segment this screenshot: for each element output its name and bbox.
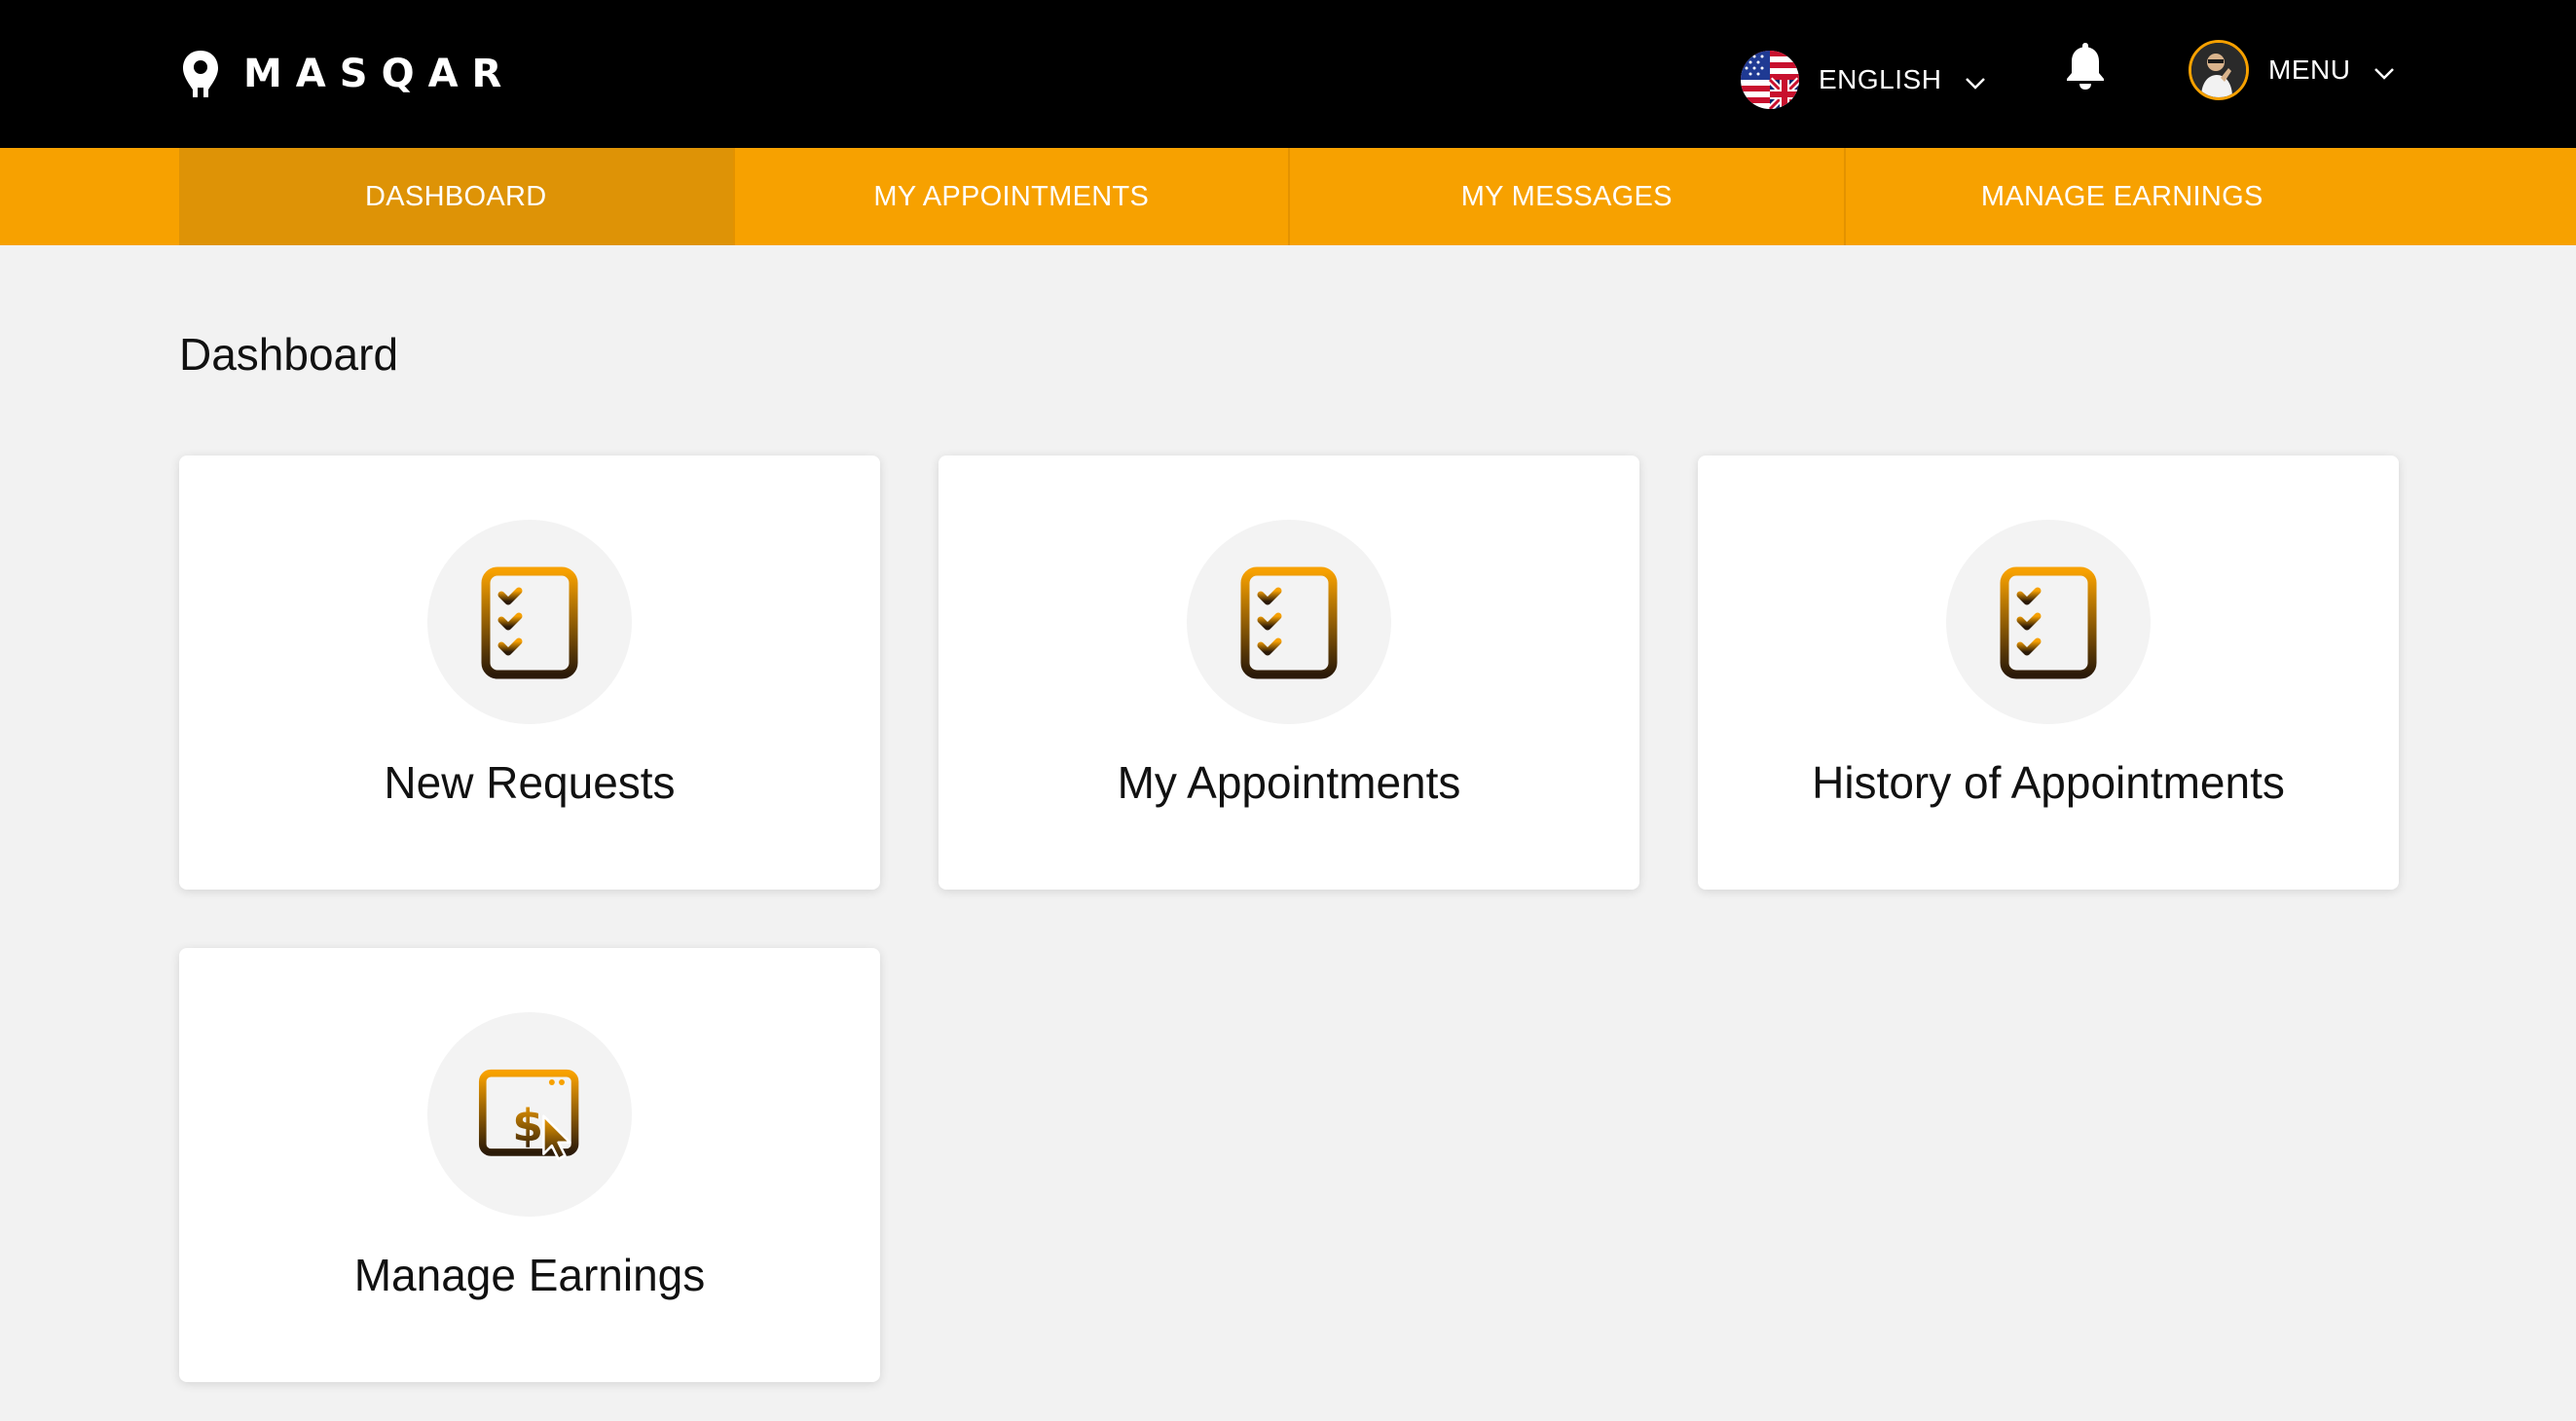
card-label: New Requests	[384, 757, 676, 808]
checklist-icon	[481, 566, 578, 679]
card-label: History of Appointments	[1812, 757, 2285, 808]
chevron-down-icon	[1966, 78, 1986, 90]
tab-my-appointments[interactable]: MY APPOINTMENTS	[735, 148, 1290, 245]
chevron-down-icon	[2374, 68, 2395, 80]
language-label: ENGLISH	[1819, 64, 1942, 94]
card-icon-container: $	[427, 1012, 632, 1217]
avatar	[2189, 40, 2249, 100]
tab-my-messages[interactable]: MY MESSAGES	[1290, 148, 1846, 245]
card-icon-container	[1187, 520, 1391, 724]
tab-manage-earnings[interactable]: MANAGE EARNINGS	[1846, 148, 2400, 245]
card-history-of-appointments[interactable]: History of Appointments	[1698, 455, 2399, 890]
card-icon-container	[427, 520, 632, 724]
location-pin-logo-icon	[183, 51, 218, 97]
user-menu[interactable]: MENU	[2189, 37, 2395, 103]
bell-icon[interactable]	[2064, 41, 2107, 91]
main-navigation: DASHBOARD MY APPOINTMENTS MY MESSAGES MA…	[0, 148, 2576, 245]
menu-label: MENU	[2268, 55, 2351, 85]
uk-us-flag-icon	[1741, 51, 1799, 109]
checklist-icon	[2000, 566, 2097, 679]
language-selector[interactable]: ENGLISH	[1741, 49, 1986, 111]
brand-logo[interactable]: MASQAR	[179, 47, 515, 101]
page-title: Dashboard	[179, 329, 399, 380]
svg-text:$: $	[512, 1100, 543, 1151]
nav-tabs: DASHBOARD MY APPOINTMENTS MY MESSAGES MA…	[179, 148, 2399, 245]
card-label: Manage Earnings	[353, 1250, 706, 1300]
earnings-browser-icon: $	[478, 1069, 579, 1160]
card-my-appointments[interactable]: My Appointments	[938, 455, 1639, 890]
tab-dashboard[interactable]: DASHBOARD	[179, 148, 735, 245]
card-icon-container	[1946, 520, 2151, 724]
checklist-icon	[1240, 566, 1338, 679]
card-label: My Appointments	[1117, 757, 1461, 808]
top-header: MASQAR ENGLISH MENU	[0, 0, 2576, 148]
brand-name: MASQAR	[243, 52, 516, 96]
card-new-requests[interactable]: New Requests	[179, 455, 880, 890]
card-manage-earnings[interactable]: $ Manage Earnings	[179, 948, 880, 1382]
